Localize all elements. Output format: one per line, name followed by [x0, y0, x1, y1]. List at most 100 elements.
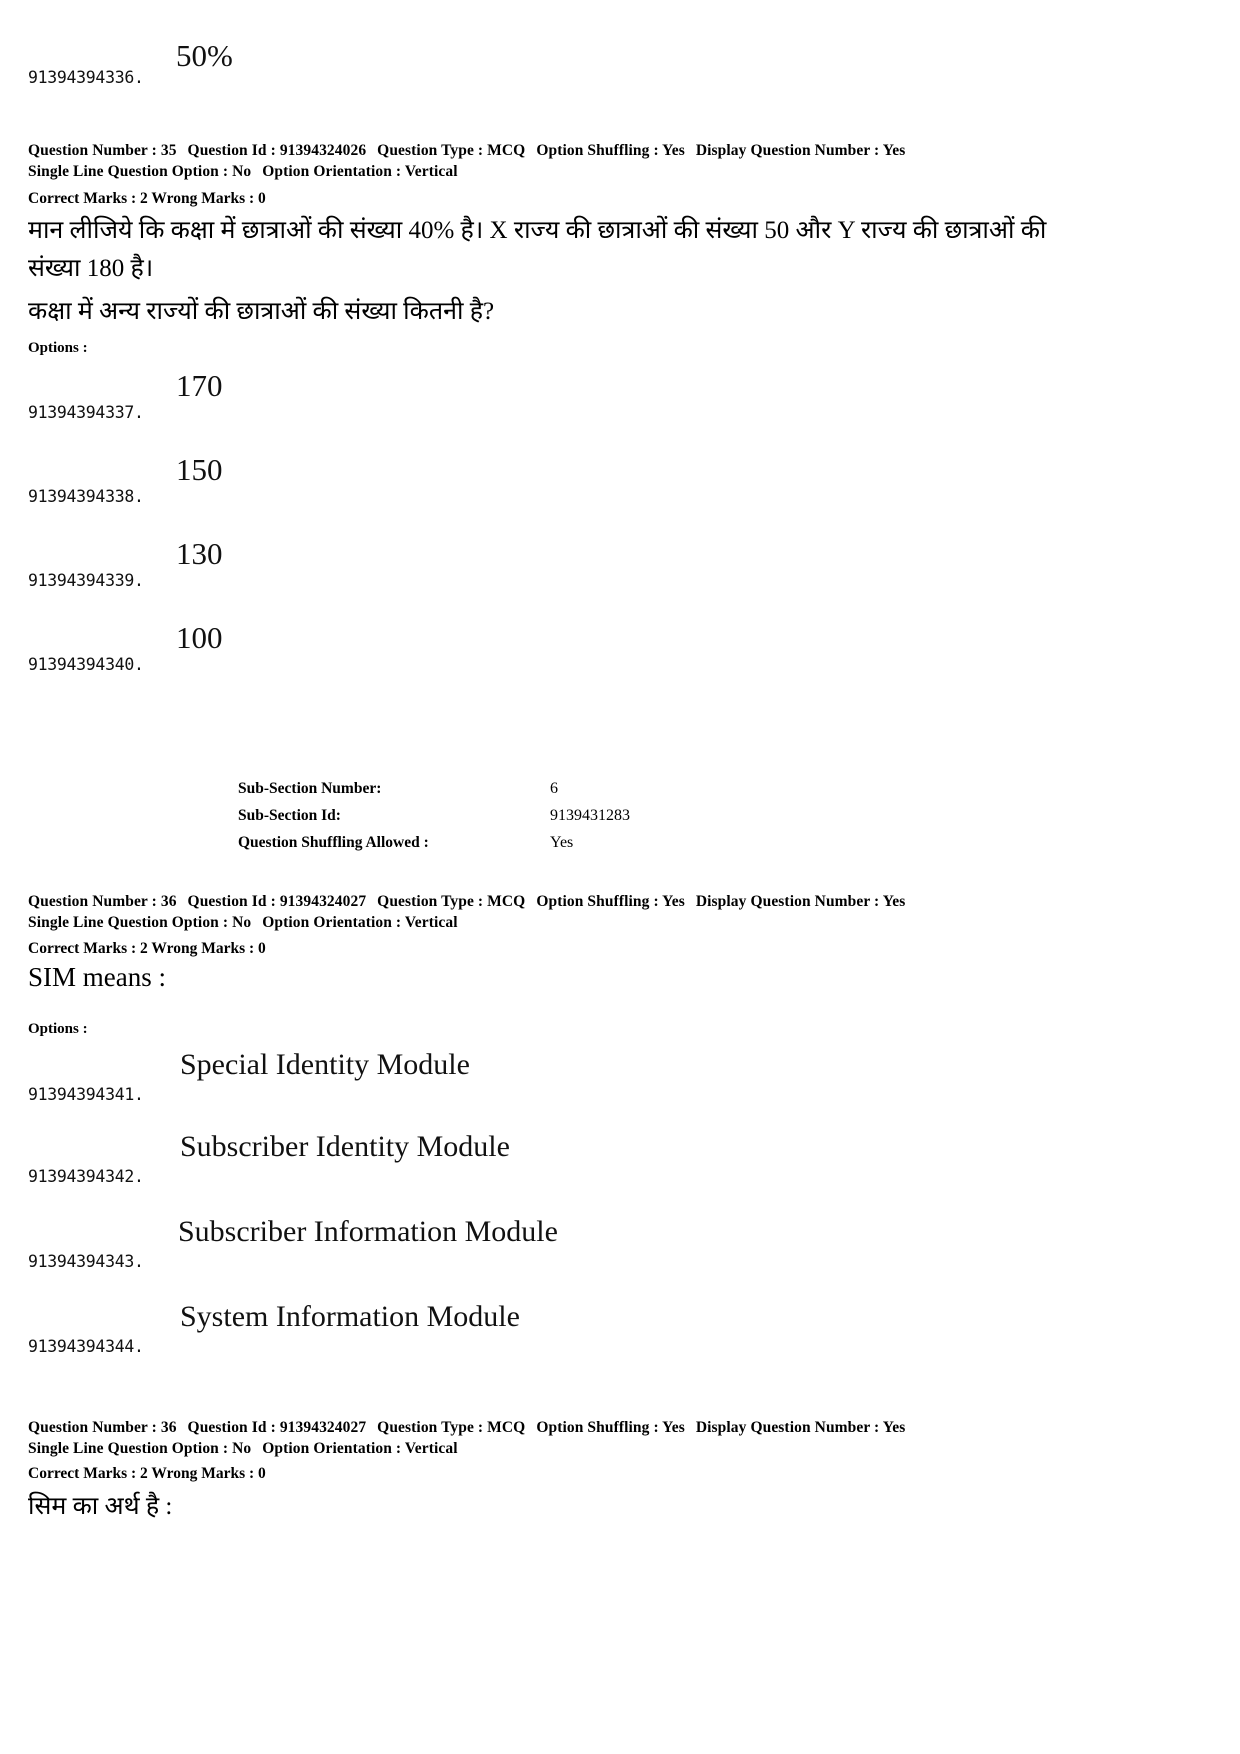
question-meta-line-1: Question Number : 36 Question Id : 91394…	[28, 891, 905, 913]
table-row[interactable]: Special Identity Module 91394394341.	[0, 1040, 1240, 1124]
question-meta-line-2: Single Line Question Option : No Option …	[28, 161, 458, 183]
option-shuffling-label: Option Shuffling :	[536, 893, 659, 910]
question-marks-line: Correct Marks : 2 Wrong Marks : 0	[28, 938, 266, 960]
question-id-value: 91394324027	[279, 893, 367, 910]
wrong-marks-label: Wrong Marks :	[151, 190, 255, 207]
option-row: 50% 91394394336.	[0, 22, 1240, 106]
display-question-number-value: Yes	[882, 142, 906, 159]
exam-question-paper-page: 50% 91394394336. Question Number : 35 Qu…	[0, 0, 1240, 1754]
correct-marks-value: 2	[140, 190, 148, 207]
option-id: 91394394340.	[28, 655, 144, 674]
question-number-value: 36	[160, 893, 177, 910]
question-body-line-2: संख्या 180 है।	[28, 255, 154, 282]
table-row[interactable]: 170 91394394337.	[0, 360, 1240, 444]
correct-marks-value: 2	[140, 1465, 148, 1482]
table-row[interactable]: 150 91394394338.	[0, 444, 1240, 528]
option-id: 91394394339.	[28, 571, 144, 590]
sub-section-id-label: Sub-Section Id:	[238, 807, 341, 824]
option-value: Special Identity Module	[180, 1048, 470, 1081]
options-label: Options :	[28, 340, 88, 356]
single-line-question-option-label: Single Line Question Option :	[28, 1440, 229, 1457]
sub-section-number-label: Sub-Section Number:	[238, 780, 382, 797]
question-marks-line: Correct Marks : 2 Wrong Marks : 0	[28, 1463, 266, 1485]
sub-section-info: Sub-Section Number: 6 Sub-Section Id: 91…	[238, 780, 630, 861]
option-orientation-value: Vertical	[404, 163, 458, 180]
question-id-value: 91394324026	[279, 142, 367, 159]
single-line-question-option-label: Single Line Question Option :	[28, 914, 229, 931]
single-line-question-option-label: Single Line Question Option :	[28, 163, 229, 180]
options-label: Options :	[28, 1021, 88, 1037]
display-question-number-value: Yes	[882, 1419, 906, 1436]
question-number-value: 35	[160, 142, 177, 159]
question-type-value: MCQ	[487, 1419, 526, 1436]
option-id: 91394394344.	[28, 1337, 144, 1356]
table-row[interactable]: Subscriber Information Module 9139439434…	[0, 1207, 1240, 1291]
wrong-marks-label: Wrong Marks :	[151, 1465, 255, 1482]
correct-marks-label: Correct Marks :	[28, 940, 137, 957]
option-id: 91394394343.	[28, 1252, 144, 1271]
option-shuffling-value: Yes	[662, 1419, 685, 1436]
table-row[interactable]: System Information Module 91394394344.	[0, 1292, 1240, 1376]
sub-section-id-value: 9139431283	[550, 807, 630, 824]
question-body-line-1: SIM means :	[28, 962, 166, 992]
question-type-label: Question Type :	[377, 893, 484, 910]
question-shuffling-label: Question Shuffling Allowed :	[238, 834, 429, 851]
question-number-label: Question Number :	[28, 893, 157, 910]
option-orientation-value: Vertical	[404, 1440, 458, 1457]
table-row[interactable]: 130 91394394339.	[0, 528, 1240, 612]
option-value: 170	[176, 368, 223, 403]
sub-section-id-row: Sub-Section Id: 9139431283	[238, 807, 630, 834]
option-shuffling-value: Yes	[662, 142, 685, 159]
option-value: 150	[176, 452, 223, 487]
option-value: Subscriber Information Module	[178, 1215, 558, 1248]
question-id-value: 91394324027	[279, 1419, 367, 1436]
option-value: 100	[176, 620, 223, 655]
question-id-label: Question Id :	[187, 1419, 276, 1436]
question-meta-line-1: Question Number : 36 Question Id : 91394…	[28, 1417, 905, 1439]
display-question-number-label: Display Question Number :	[695, 893, 880, 910]
question-number-value: 36	[160, 1419, 177, 1436]
option-orientation-label: Option Orientation :	[262, 914, 402, 931]
option-id: 91394394338.	[28, 487, 144, 506]
question-type-value: MCQ	[487, 142, 526, 159]
option-shuffling-label: Option Shuffling :	[536, 142, 659, 159]
table-row[interactable]: Subscriber Identity Module 91394394342.	[0, 1122, 1240, 1206]
option-id: 91394394336.	[28, 68, 144, 87]
question-shuffling-value: Yes	[550, 834, 574, 851]
option-shuffling-value: Yes	[662, 893, 685, 910]
question-number-label: Question Number :	[28, 1419, 157, 1436]
display-question-number-label: Display Question Number :	[695, 1419, 880, 1436]
question-body-line-3: कक्षा में अन्य राज्यों की छात्राओं की सं…	[28, 298, 495, 325]
question-number-label: Question Number :	[28, 142, 157, 159]
option-value: System Information Module	[180, 1300, 520, 1333]
question-id-label: Question Id :	[187, 142, 276, 159]
sub-section-number-value: 6	[550, 780, 558, 797]
option-orientation-label: Option Orientation :	[262, 1440, 402, 1457]
wrong-marks-value: 0	[258, 1465, 266, 1482]
wrong-marks-value: 0	[258, 940, 266, 957]
option-value: Subscriber Identity Module	[180, 1130, 510, 1163]
option-shuffling-label: Option Shuffling :	[536, 1419, 659, 1436]
option-value: 130	[176, 536, 223, 571]
option-id: 91394394342.	[28, 1167, 144, 1186]
single-line-question-option-value: No	[232, 914, 252, 931]
question-type-value: MCQ	[487, 893, 526, 910]
question-marks-line: Correct Marks : 2 Wrong Marks : 0	[28, 188, 266, 210]
wrong-marks-label: Wrong Marks :	[151, 940, 255, 957]
question-meta-line-2: Single Line Question Option : No Option …	[28, 912, 458, 934]
option-id: 91394394341.	[28, 1085, 144, 1104]
question-body-line-1: सिम का अर्थ है :	[28, 1493, 173, 1520]
question-shuffling-row: Question Shuffling Allowed : Yes	[238, 834, 630, 861]
table-row[interactable]: 100 91394394340.	[0, 612, 1240, 696]
question-type-label: Question Type :	[377, 142, 484, 159]
question-meta-line-2: Single Line Question Option : No Option …	[28, 1438, 458, 1460]
option-orientation-value: Vertical	[404, 914, 458, 931]
sub-section-number-row: Sub-Section Number: 6	[238, 780, 630, 807]
single-line-question-option-value: No	[232, 163, 252, 180]
correct-marks-label: Correct Marks :	[28, 190, 137, 207]
question-id-label: Question Id :	[187, 893, 276, 910]
option-value: 50%	[176, 38, 233, 73]
correct-marks-label: Correct Marks :	[28, 1465, 137, 1482]
correct-marks-value: 2	[140, 940, 148, 957]
wrong-marks-value: 0	[258, 190, 266, 207]
